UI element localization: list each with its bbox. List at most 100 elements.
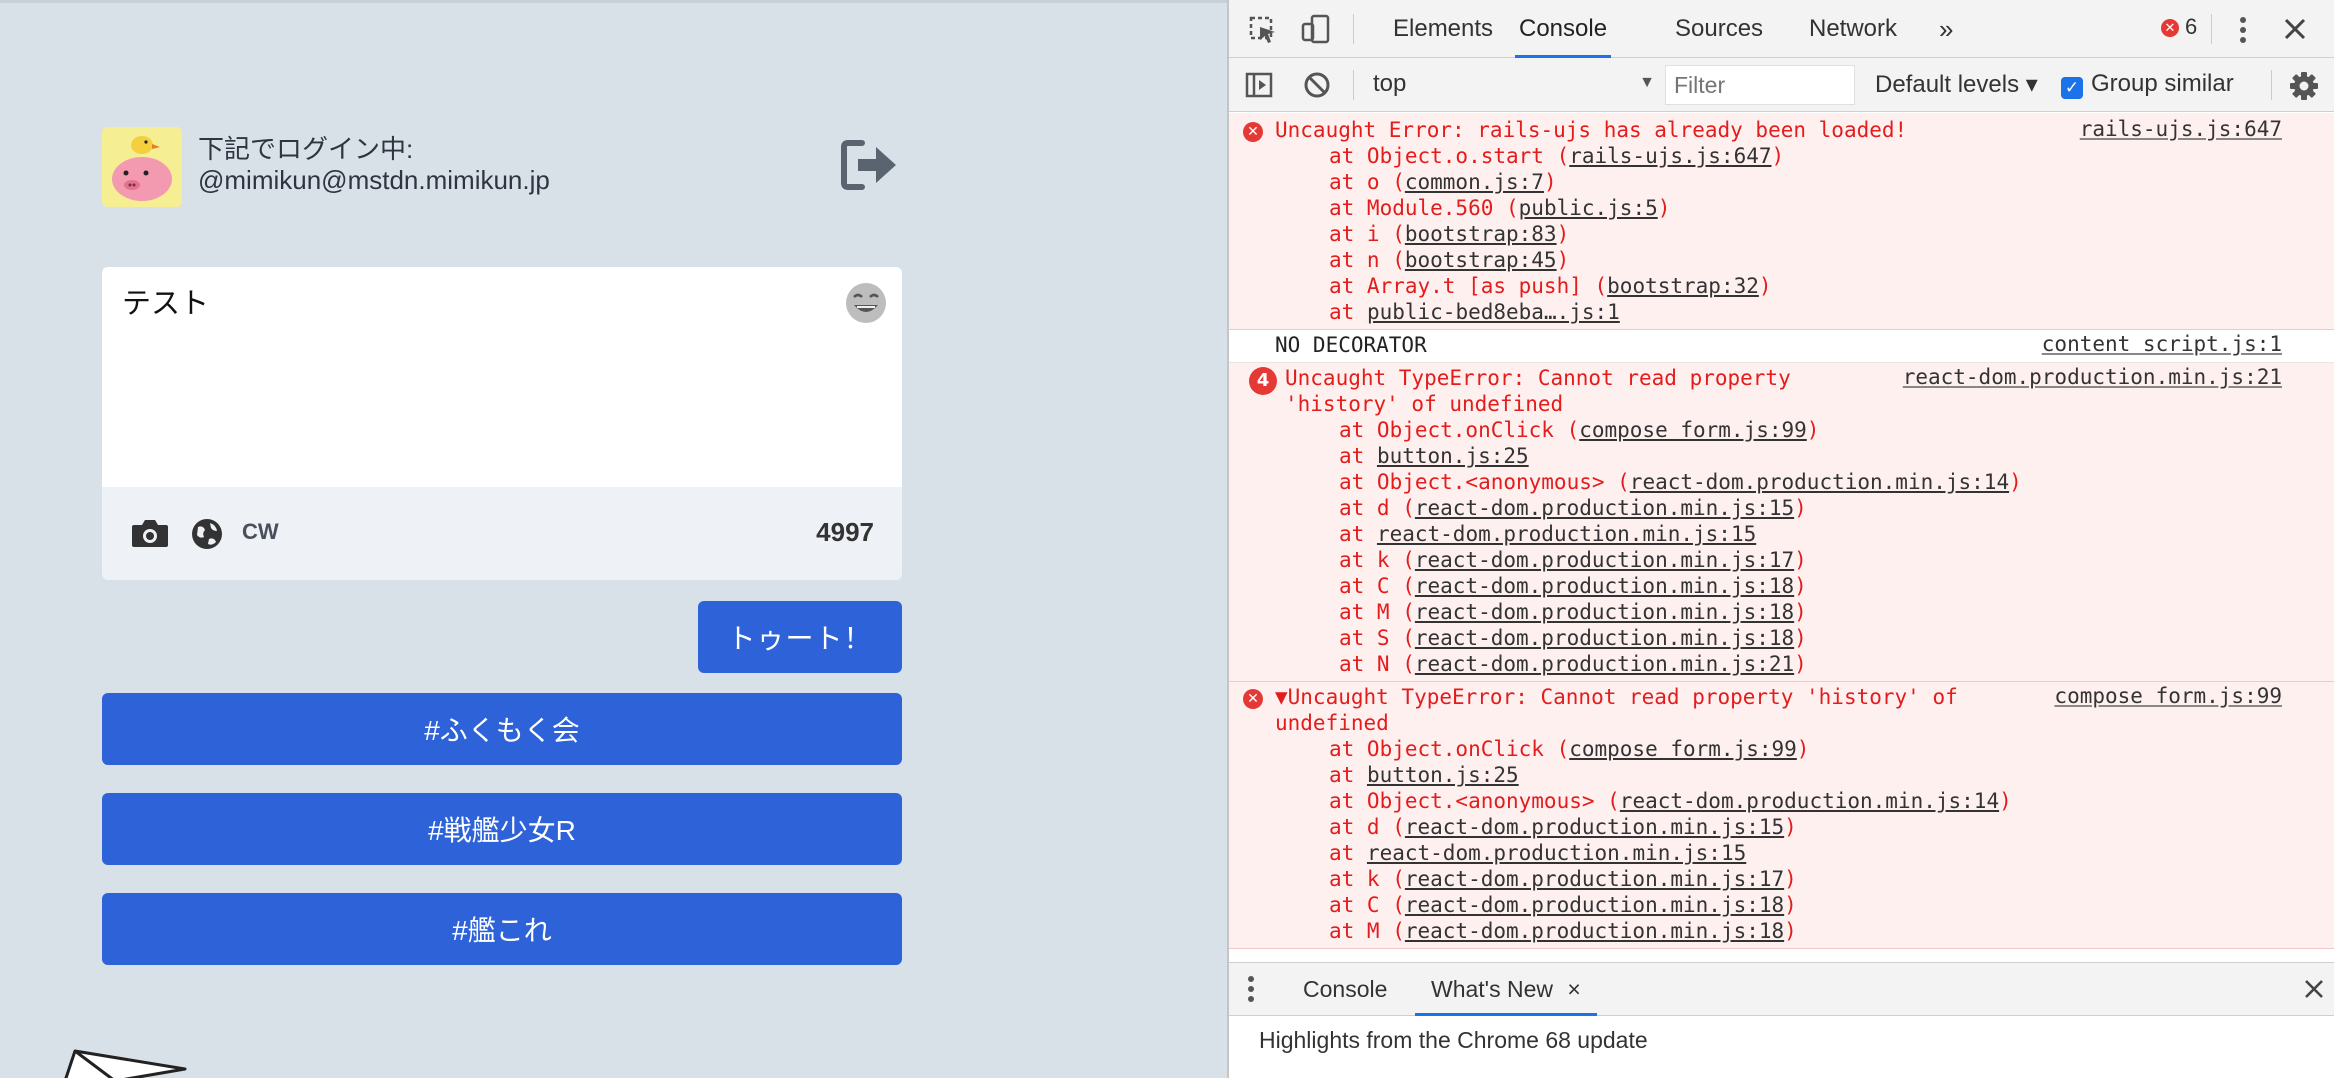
- close-devtools-button[interactable]: [2283, 17, 2307, 46]
- inspect-cursor-icon: [1249, 16, 1275, 43]
- stack-frame-suffix: ): [1794, 574, 1807, 598]
- hashtag-button-senkan-shoujo[interactable]: #戦艦少女R: [102, 793, 902, 865]
- block-icon: [1304, 72, 1330, 98]
- show-sidebar-button[interactable]: [1245, 71, 1273, 104]
- tab-console[interactable]: Console: [1515, 0, 1612, 58]
- stack-frame-link[interactable]: react-dom.production.min.js:18: [1405, 893, 1784, 917]
- stack-frame: at react-dom.production.min.js:15: [1229, 521, 2334, 547]
- stack-frame-link[interactable]: react-dom.production.min.js:15: [1367, 841, 1746, 865]
- content-warning-button[interactable]: CW: [242, 519, 279, 545]
- stack-frame-suffix: ): [1657, 196, 1671, 220]
- stack-frame-link[interactable]: button.js:25: [1377, 444, 1529, 468]
- console-settings-button[interactable]: [2289, 71, 2319, 106]
- more-tabs-button[interactable]: »: [1935, 0, 1957, 58]
- stack-frame-link[interactable]: public.js:5: [1519, 196, 1658, 220]
- source-link[interactable]: react-dom.production.min.js:21: [1903, 365, 2282, 389]
- console-message[interactable]: ✕ compose form.js:99 ▼Uncaught TypeError: …: [1229, 682, 2334, 949]
- context-selector[interactable]: top ▼: [1373, 70, 1655, 98]
- stack-frame-link[interactable]: react-dom.production.min.js:15: [1377, 522, 1756, 546]
- hashtag-button-fukumoku[interactable]: #ふくもく会: [102, 693, 902, 765]
- dropdown-arrow-icon: ▼: [1639, 74, 1655, 91]
- stack-frame-link[interactable]: rails-ujs.js:647: [1569, 144, 1771, 168]
- close-drawer-button[interactable]: [2303, 978, 2325, 1005]
- stack-frame-link[interactable]: react-dom.production.min.js:18: [1405, 919, 1784, 943]
- stack-frame-function: at M (: [1339, 600, 1415, 624]
- stack-frame-link[interactable]: react-dom.production.min.js:18: [1415, 626, 1794, 650]
- account-handle[interactable]: @mimikun@mstdn.mimikun.jp: [198, 165, 550, 196]
- stack-frame-link[interactable]: public-bed8eba….js:1: [1367, 300, 1620, 324]
- stack-frame-link[interactable]: react-dom.production.min.js:15: [1415, 496, 1794, 520]
- tab-sources[interactable]: Sources: [1671, 0, 1767, 58]
- mastodon-app: 下記でログイン中: @mimikun@mstdn.mimikun.jp テスト: [0, 0, 1227, 1078]
- compose-textarea[interactable]: テスト: [102, 267, 902, 487]
- stack-frame-suffix: ): [1999, 789, 2012, 813]
- stack-frame-link[interactable]: react-dom.production.min.js:14: [1620, 789, 1999, 813]
- stack-frame-suffix: ): [1794, 496, 1807, 520]
- drawer-tab-console[interactable]: Console: [1303, 963, 1387, 1016]
- checkbox-checked-icon[interactable]: ✓: [2061, 77, 2083, 99]
- stack-frame-link[interactable]: react-dom.production.min.js:18: [1415, 574, 1794, 598]
- inspect-element-button[interactable]: [1249, 16, 1277, 49]
- source-link[interactable]: compose form.js:99: [2054, 684, 2282, 708]
- stack-frame-suffix: ): [1794, 600, 1807, 624]
- stack-frame-link[interactable]: compose form.js:99: [1579, 418, 1807, 442]
- console-message[interactable]: content script.js:1 NO DECORATOR: [1229, 330, 2334, 363]
- stack-frame-link[interactable]: react-dom.production.min.js:21: [1415, 652, 1794, 676]
- drawer-menu-button[interactable]: [1245, 975, 1257, 1008]
- privacy-button[interactable]: [190, 517, 224, 556]
- stack-frame-function: at Object.onClick (: [1329, 737, 1570, 761]
- tab-network[interactable]: Network: [1805, 0, 1901, 58]
- drawer-tab-whats-new-label: What's New: [1431, 976, 1553, 1002]
- stack-frame-link[interactable]: react-dom.production.min.js:17: [1405, 867, 1784, 891]
- stack-frame-link[interactable]: bootstrap:45: [1405, 248, 1557, 272]
- avatar[interactable]: [102, 127, 182, 207]
- stack-frame-function: at: [1329, 841, 1367, 865]
- console-filter-input[interactable]: [1665, 65, 1855, 105]
- stack-frame-link[interactable]: react-dom.production.min.js:14: [1630, 470, 2009, 494]
- toolbar-divider: [1353, 14, 1354, 44]
- clear-console-button[interactable]: [1303, 71, 1331, 104]
- stack-frame-link[interactable]: react-dom.production.min.js:17: [1415, 548, 1794, 572]
- stack-frame-suffix: ): [1784, 893, 1797, 917]
- stack-frame-link[interactable]: common.js:7: [1405, 170, 1544, 194]
- error-count-badge[interactable]: ✕ 6: [2161, 14, 2197, 40]
- stack-frame: at Object.onClick (compose form.js:99): [1229, 736, 2334, 762]
- console-message[interactable]: ✕ rails-ujs.js:647 Uncaught Error: rails-u…: [1229, 113, 2334, 330]
- customize-menu-button[interactable]: [2237, 16, 2249, 49]
- group-similar-toggle[interactable]: ✓ Group similar: [2061, 70, 2234, 99]
- devtools-panel: Elements Console Sources Network » ✕ 6 t…: [1227, 0, 2334, 1078]
- camera-icon: [132, 520, 168, 547]
- close-icon: [2305, 980, 2323, 998]
- stack-frame-function: at Array.t [as push] (: [1329, 274, 1608, 298]
- stack-frame: at S (react-dom.production.min.js:18): [1229, 625, 2334, 651]
- stack-frame-link[interactable]: compose form.js:99: [1569, 737, 1797, 761]
- context-value: top: [1373, 70, 1407, 97]
- close-tab-icon[interactable]: ×: [1567, 976, 1580, 1002]
- tab-elements[interactable]: Elements: [1389, 0, 1497, 58]
- source-link[interactable]: content script.js:1: [2042, 332, 2282, 356]
- console-message[interactable]: 4 react-dom.production.min.js:21 Uncaught …: [1229, 363, 2334, 682]
- emoji-picker-button[interactable]: [844, 281, 888, 325]
- error-circle-icon: ✕: [2161, 19, 2179, 37]
- stack-frame-link[interactable]: react-dom.production.min.js:18: [1415, 600, 1794, 624]
- hashtag-button-kancolle[interactable]: #艦これ: [102, 893, 902, 965]
- stack-frame-suffix: ): [1784, 815, 1797, 839]
- stack-frame: at Object.o.start (rails-ujs.js:647): [1229, 143, 2334, 169]
- stack-frame-link[interactable]: bootstrap:83: [1405, 222, 1557, 246]
- pig-avatar-icon: [102, 127, 182, 207]
- console-output[interactable]: ✕ rails-ujs.js:647 Uncaught Error: rails-u…: [1229, 113, 2334, 961]
- source-link[interactable]: rails-ujs.js:647: [2080, 117, 2282, 141]
- toot-button[interactable]: トゥート！: [698, 601, 902, 673]
- device-toolbar-button[interactable]: [1301, 14, 1331, 49]
- sidebar-toggle-icon: [1245, 72, 1273, 98]
- error-circle-icon: ✕: [1243, 122, 1263, 142]
- log-levels-dropdown[interactable]: Default levels ▾: [1875, 70, 2038, 99]
- stack-frame-link[interactable]: bootstrap:32: [1607, 274, 1759, 298]
- stack-frame-function: at i (: [1329, 222, 1405, 246]
- drawer-tab-whats-new[interactable]: What's New ×: [1415, 963, 1597, 1016]
- upload-media-button[interactable]: [130, 517, 170, 554]
- logout-button[interactable]: [840, 137, 900, 193]
- stack-frame: at C (react-dom.production.min.js:18): [1229, 573, 2334, 599]
- stack-frame-link[interactable]: react-dom.production.min.js:15: [1405, 815, 1784, 839]
- stack-frame-link[interactable]: button.js:25: [1367, 763, 1519, 787]
